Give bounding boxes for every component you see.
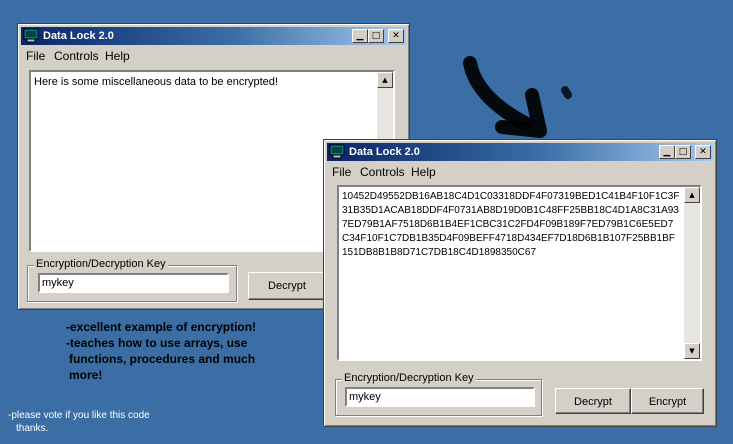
- decrypt-button[interactable]: Decrypt: [555, 388, 631, 414]
- menu-bar: File Controls Help: [21, 46, 406, 65]
- decrypt-button[interactable]: Decrypt: [248, 272, 326, 300]
- titlebar[interactable]: Data Lock 2.0 ▁ □ ✕: [327, 143, 713, 161]
- feature-line-3: functions, procedures and much: [69, 352, 256, 366]
- menu-help[interactable]: Help: [411, 165, 436, 179]
- menu-controls[interactable]: Controls: [54, 49, 99, 63]
- scroll-down-icon[interactable]: ▼: [684, 343, 700, 359]
- close-button[interactable]: ✕: [388, 29, 404, 43]
- scroll-up-icon[interactable]: ▲: [377, 72, 393, 88]
- app-icon: [329, 144, 345, 159]
- key-label: Encryption/Decryption Key: [342, 372, 476, 384]
- key-input[interactable]: mykey: [38, 273, 229, 293]
- minimize-button[interactable]: ▁: [659, 145, 675, 159]
- arrow-graphic: [463, 56, 572, 138]
- menu-help[interactable]: Help: [105, 49, 130, 63]
- key-label: Encryption/Decryption Key: [34, 258, 168, 270]
- feature-line-4: more!: [69, 368, 103, 382]
- window-ciphertext: Data Lock 2.0 ▁ □ ✕ File Controls Help 1…: [323, 139, 717, 427]
- maximize-button[interactable]: □: [368, 29, 384, 43]
- maximize-button[interactable]: □: [675, 145, 691, 159]
- key-groupbox: Encryption/Decryption Key mykey: [27, 258, 237, 302]
- decrypt-label: Decrypt: [574, 396, 612, 408]
- close-button[interactable]: ✕: [695, 145, 711, 159]
- footer-line-1: -please vote if you like this code: [8, 410, 150, 421]
- minimize-button[interactable]: ▁: [352, 29, 368, 43]
- vertical-scrollbar[interactable]: ▲ ▼: [684, 187, 700, 359]
- menu-bar: File Controls Help: [327, 162, 713, 181]
- window-title: Data Lock 2.0: [349, 146, 420, 158]
- menu-file[interactable]: File: [332, 165, 351, 179]
- data-textarea[interactable]: 10452D49552DB16AB18C4D1C03318DDF4F07319B…: [337, 185, 702, 361]
- window-title: Data Lock 2.0: [43, 30, 114, 42]
- data-text: 10452D49552DB16AB18C4D1C03318DDF4F07319B…: [342, 191, 680, 258]
- encrypt-label: Encrypt: [648, 396, 687, 408]
- footer-line-2: thanks.: [16, 423, 49, 434]
- decrypt-label: Decrypt: [268, 280, 306, 292]
- data-text: Here is some miscellaneous data to be en…: [34, 76, 278, 88]
- feature-line-2: -teaches how to use arrays, use: [66, 336, 248, 350]
- feature-line-1: -excellent example of encryption!: [66, 320, 257, 334]
- encrypt-button[interactable]: Encrypt: [631, 388, 704, 414]
- titlebar[interactable]: Data Lock 2.0 ▁ □ ✕: [21, 27, 406, 45]
- key-input[interactable]: mykey: [345, 387, 535, 407]
- menu-controls[interactable]: Controls: [360, 165, 405, 179]
- app-icon: [23, 28, 39, 43]
- menu-file[interactable]: File: [26, 49, 45, 63]
- key-groupbox: Encryption/Decryption Key mykey: [335, 372, 542, 416]
- scroll-up-icon[interactable]: ▲: [684, 187, 700, 203]
